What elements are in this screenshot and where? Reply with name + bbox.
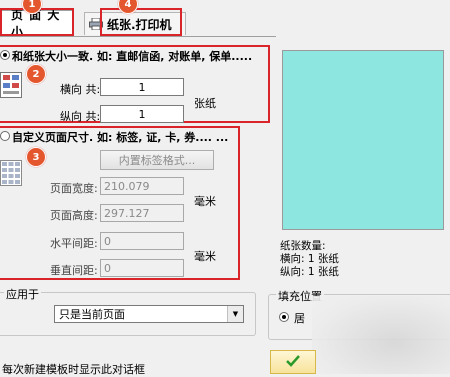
vertical-label: 纵向 共:	[60, 110, 101, 123]
chevron-down-icon[interactable]: ▼	[227, 306, 243, 322]
highlight-tab-paper-printer	[100, 8, 182, 36]
spacing-unit-label: 毫米	[194, 250, 216, 263]
horizontal-spacing-input[interactable]: 0	[100, 232, 184, 250]
radio-custom-size[interactable]	[0, 131, 10, 141]
apply-to-label: 应用于	[4, 286, 41, 302]
vertical-spacing-input[interactable]: 0	[100, 259, 184, 277]
page-height-label: 页面高度:	[50, 209, 98, 222]
horizontal-count-input[interactable]: 1	[100, 78, 184, 96]
blurred-region	[312, 296, 450, 374]
horizontal-label: 横向 共:	[60, 83, 101, 96]
apply-to-select[interactable]: 只是当前页面 ▼	[54, 305, 244, 323]
builtin-label-format-button[interactable]: 内置标签格式...	[100, 150, 214, 170]
page-height-input[interactable]: 297.127	[100, 204, 184, 222]
label-sheet-icon	[0, 72, 22, 98]
page-width-label: 页面宽度:	[50, 182, 98, 195]
page-preview	[282, 50, 444, 230]
size-unit-label: 毫米	[194, 195, 216, 208]
badge-2: 2	[26, 64, 46, 84]
sheet-unit-label: 张纸	[194, 97, 216, 110]
badge-3: 3	[26, 147, 46, 167]
vertical-count-input[interactable]: 1	[100, 105, 184, 123]
ok-button[interactable]	[270, 350, 316, 374]
fill-center-label: 居	[294, 312, 305, 325]
vertical-spacing-label: 垂直间距:	[50, 264, 98, 277]
custom-size-label: 自定义页面尺寸. 如: 标签, 证, 卡, 券.... ...	[12, 131, 229, 144]
apply-to-selected: 只是当前页面	[59, 308, 125, 321]
sheet-count-label: 纸张数量:	[280, 240, 326, 252]
page-width-input[interactable]: 210.079	[100, 177, 184, 195]
radio-fill-center[interactable]	[279, 312, 289, 322]
show-dialog-label: 每次新建模板时显示此对话框	[2, 363, 145, 376]
match-paper-label: 和纸张大小一致. 如: 直邮信函, 对账单, 保单.....	[12, 50, 253, 63]
grid-sheet-icon	[0, 160, 22, 186]
horizontal-sheet-info: 横向: 1 张纸	[280, 253, 339, 265]
horizontal-spacing-label: 水平间距:	[50, 237, 98, 250]
checkmark-icon	[286, 354, 300, 370]
vertical-sheet-info: 纵向: 1 张纸	[280, 266, 339, 278]
radio-match-paper[interactable]	[0, 50, 10, 60]
